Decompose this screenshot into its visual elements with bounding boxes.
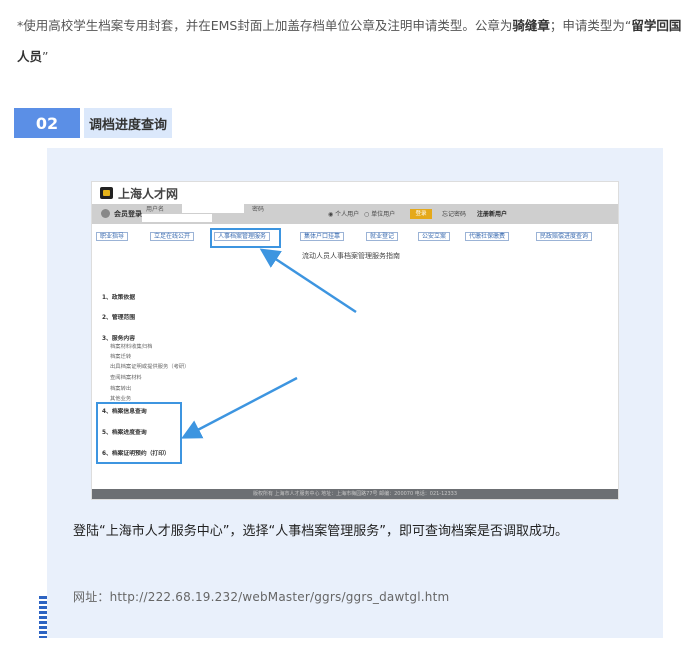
nav-item[interactable]: 立足在线公开	[150, 232, 195, 241]
item-policy[interactable]: 1、政策依据	[102, 292, 135, 301]
password-label: 密码	[252, 206, 265, 213]
username-label: 用户名	[146, 206, 165, 213]
intro-bold-seal: 骑缝章	[512, 18, 550, 33]
username-input[interactable]	[142, 214, 212, 222]
site-header: 上海人才网	[100, 185, 178, 201]
username-input-extension[interactable]	[182, 204, 244, 213]
section-header: 02 调档进度查询	[14, 108, 172, 138]
subitem[interactable]: 档案材料收集归档	[110, 342, 152, 350]
section-title: 调档进度查询	[84, 108, 172, 138]
site-logo-icon	[100, 187, 113, 199]
forgot-password-link[interactable]: 忘记密码	[442, 209, 466, 218]
subitem[interactable]: 档案转出	[110, 384, 131, 392]
subitem[interactable]: 档案迁转	[110, 352, 131, 360]
login-button[interactable]: 登录	[410, 209, 432, 219]
login-title: 会员登录	[114, 210, 142, 218]
nav-item[interactable]: 代缴社保缴费	[465, 232, 510, 241]
nav-item[interactable]: 公安立案	[418, 232, 451, 241]
site-name: 上海人才网	[118, 186, 179, 201]
login-bar: 会员登录 用户名 密码 ◉ 个人用户 ○ 单位用户 登录 忘记密码 注册新用户	[92, 204, 618, 224]
nav-item[interactable]: 民政赔偿进度查询	[536, 232, 593, 241]
nav-item[interactable]: 就业登记	[366, 232, 399, 241]
nav-item[interactable]: 职业指导	[96, 232, 129, 241]
section-number: 02	[14, 108, 80, 138]
site-footer: 版权所有 上海市人才服务中心 地址：上海市梅园路77号 邮编：200070 电话…	[92, 489, 618, 499]
radio-personal-user[interactable]: ◉ 个人用户	[328, 209, 359, 218]
decorative-stripes	[39, 596, 47, 638]
intro-note: *使用高校学生档案专用封套，并在EMS封面上加盖存档单位公章及注明申请类型。公章…	[17, 18, 682, 64]
item-service-content[interactable]: 3、服务内容	[102, 333, 135, 342]
nav-item[interactable]: 集体户口挂靠	[300, 232, 345, 241]
highlight-box-nav	[210, 228, 281, 248]
guide-title: 流动人员人事档案管理服务指南	[302, 252, 400, 260]
subitem[interactable]: 出具档案证明或提供服务（考研）	[110, 362, 189, 370]
description-text: 登陆“上海市人才服务中心”，选择“人事档案管理服务”，即可查询档案是否调取成功。	[73, 524, 568, 539]
url-text[interactable]: 网址：http://222.68.19.232/webMaster/ggrs/g…	[73, 588, 449, 605]
user-icon	[101, 209, 110, 218]
site-nav: 职业指导 立足在线公开 人事档案管理服务 集体户口挂靠 就业登记 公安立案 代缴…	[92, 232, 618, 241]
radio-unit-user[interactable]: ○ 单位用户	[364, 209, 395, 218]
register-link[interactable]: 注册新用户	[477, 209, 507, 218]
item-scope[interactable]: 2、管理范围	[102, 312, 135, 321]
subitem[interactable]: 查阅档案材料	[110, 373, 142, 381]
highlight-box-items	[96, 402, 182, 464]
subitem[interactable]: 其他业务	[110, 394, 131, 402]
